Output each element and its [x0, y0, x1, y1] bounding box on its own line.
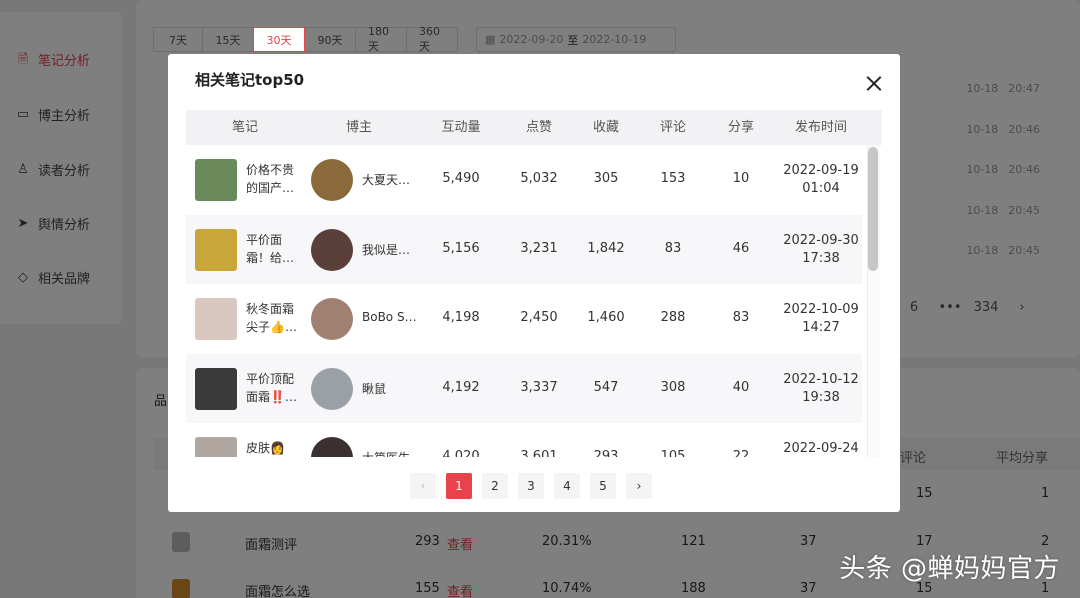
- blogger-name[interactable]: 我似是…: [362, 241, 422, 258]
- cell-interactions: 5,490: [442, 171, 480, 186]
- avatar[interactable]: [311, 437, 353, 457]
- note-title[interactable]: 皮肤👩的…: [246, 439, 300, 457]
- note-thumbnail[interactable]: [195, 228, 237, 271]
- cell-comments: 308: [660, 379, 686, 395]
- publish-date: 2022-09-19: [783, 163, 859, 178]
- table-row[interactable]: 价格不贵的国产… 大夏天… 5,490 5,032 305 153 10 2022-09-19…: [186, 145, 862, 215]
- avatar[interactable]: [311, 367, 353, 410]
- cell-likes: 5,032: [520, 171, 558, 186]
- range-30d[interactable]: 30天: [253, 27, 305, 52]
- publish-clock: 01:04: [802, 181, 840, 196]
- publish-clock: 14:27: [802, 320, 840, 335]
- prev-page-button[interactable]: ‹: [410, 473, 436, 499]
- cell-shares: 46: [732, 240, 750, 256]
- modal-title: 相关笔记top50: [195, 71, 305, 89]
- col-publish-time[interactable]: 发布时间: [776, 110, 866, 145]
- col-favorites[interactable]: 收藏: [571, 110, 641, 145]
- page-2-button[interactable]: 2: [482, 473, 508, 499]
- cell-likes: 3,337: [520, 379, 558, 395]
- note-thumbnail[interactable]: [195, 367, 237, 410]
- avatar[interactable]: [311, 159, 353, 201]
- cell-publish-time: 2022-09-30 17:38: [776, 232, 862, 268]
- col-blogger: 博主: [345, 120, 372, 135]
- page-1-button[interactable]: 1: [446, 473, 472, 499]
- cell-shares: 83: [732, 310, 750, 325]
- cell-comments: 153: [660, 171, 686, 186]
- note-title[interactable]: 价格不贵的国产…: [246, 161, 300, 197]
- cell-interactions: 4,192: [442, 379, 480, 395]
- cell-shares: 10: [732, 171, 750, 186]
- cell-favorites: 305: [593, 171, 619, 186]
- publish-date: 2022-10-09: [783, 302, 859, 317]
- note-title[interactable]: 秋冬面霜尖子👍…: [246, 300, 300, 336]
- modal-pagination: ‹ 1 2 3 4 5 ›: [410, 473, 652, 499]
- blogger-name[interactable]: 大夏天…: [362, 171, 422, 188]
- note-title[interactable]: 平价面霜！给…: [246, 231, 300, 267]
- cell-favorites: 547: [593, 379, 619, 395]
- table-body: 价格不贵的国产… 大夏天… 5,490 5,032 305 153 10 2022-09-19…: [186, 145, 862, 457]
- cell-comments: 288: [660, 310, 686, 325]
- publish-clock: 19:38: [802, 389, 840, 405]
- table-row[interactable]: 平价面霜！给… 我似是… 5,156 3,231 1,842 83 46 2022-09-30…: [186, 214, 862, 284]
- scrollbar-thumb[interactable]: [868, 147, 878, 271]
- avatar[interactable]: [311, 228, 353, 271]
- col-likes[interactable]: 点赞: [504, 110, 574, 145]
- avatar[interactable]: [311, 298, 353, 340]
- cell-shares: 40: [732, 379, 750, 395]
- col-interactions[interactable]: 互动量: [426, 110, 496, 145]
- cell-likes: 2,450: [520, 310, 558, 325]
- cell-publish-time: 2022-09-24: [776, 440, 862, 457]
- cell-publish-time: 2022-09-19 01:04: [776, 162, 862, 198]
- page-3-button[interactable]: 3: [518, 473, 544, 499]
- note-thumbnail[interactable]: [195, 437, 237, 457]
- table-row[interactable]: 平价顶配面霜‼️… 瞅鼠 4,192 3,337 547 308 40 2022-10-12 1…: [186, 353, 862, 423]
- note-thumbnail[interactable]: [195, 159, 237, 201]
- table-header: 笔记 博主 互动量 点赞 收藏 评论 分享 发布时间: [186, 110, 882, 145]
- col-shares[interactable]: 分享: [706, 110, 776, 145]
- note-thumbnail[interactable]: [195, 298, 237, 340]
- cell-shares: 22: [732, 449, 750, 457]
- cell-likes: 3,601: [520, 449, 558, 457]
- cell-comments: 83: [664, 240, 682, 256]
- page-5-button[interactable]: 5: [590, 473, 616, 499]
- publish-date: 2022-10-12: [783, 371, 859, 387]
- cell-publish-time: 2022-10-12 19:38: [776, 371, 862, 407]
- page-4-button[interactable]: 4: [554, 473, 580, 499]
- col-comments[interactable]: 评论: [638, 110, 708, 145]
- table-row[interactable]: 皮肤👩的… 大篇医生 4,020 3,601 293 105 22 2022-09-24: [186, 423, 862, 457]
- note-title[interactable]: 平价顶配面霜‼️…: [246, 370, 300, 406]
- blogger-name[interactable]: 大篇医生: [362, 449, 422, 457]
- cell-favorites: 1,842: [587, 240, 625, 256]
- table-scrollbar[interactable]: [864, 145, 882, 457]
- watermark: 头条 @蝉妈妈官方: [839, 554, 1060, 584]
- cell-interactions: 5,156: [442, 240, 480, 256]
- blogger-name[interactable]: BoBo S…: [362, 310, 422, 324]
- cell-publish-time: 2022-10-09 14:27: [776, 301, 862, 337]
- cell-comments: 105: [660, 449, 686, 457]
- top-notes-modal: 相关笔记top50 笔记 博主 互动量 点赞 收藏 评论 分享 发布时间 价格不…: [168, 54, 900, 512]
- close-icon[interactable]: [862, 72, 886, 96]
- cell-interactions: 4,198: [442, 310, 480, 325]
- col-note: 笔记: [231, 120, 258, 135]
- table-row[interactable]: 秋冬面霜尖子👍… BoBo S… 4,198 2,450 1,460 288 83 2022-…: [186, 284, 862, 354]
- cell-favorites: 293: [593, 449, 619, 457]
- next-page-button[interactable]: ›: [626, 473, 652, 499]
- publish-date: 2022-09-24: [783, 441, 859, 456]
- cell-favorites: 1,460: [587, 310, 625, 325]
- publish-clock: 17:38: [802, 250, 840, 266]
- publish-date: 2022-09-30: [783, 232, 859, 248]
- cell-interactions: 4,020: [442, 449, 480, 457]
- blogger-name[interactable]: 瞅鼠: [362, 380, 422, 397]
- cell-likes: 3,231: [520, 240, 558, 256]
